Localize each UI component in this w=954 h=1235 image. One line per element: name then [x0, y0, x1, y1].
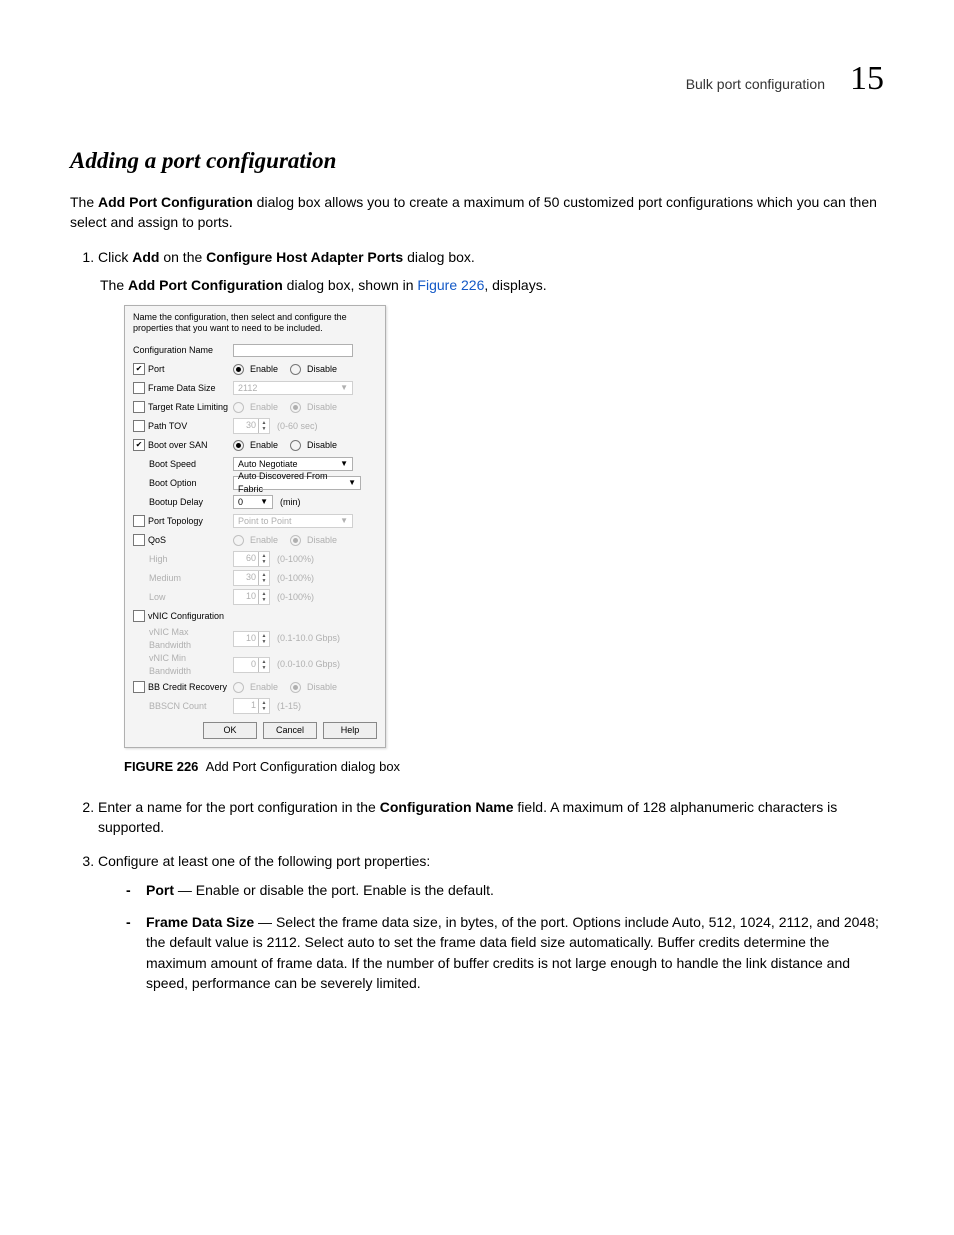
ok-button[interactable]: OK	[203, 722, 257, 739]
cb-port[interactable]: ✔	[133, 363, 145, 375]
bullet-port: Port — Enable or disable the port. Enabl…	[126, 880, 884, 900]
bdelay-combo[interactable]: 0▼	[233, 495, 273, 509]
cb-trl[interactable]	[133, 401, 145, 413]
figure-link[interactable]: Figure 226	[417, 277, 484, 293]
row-vmin: vNIC Min Bandwidth ▲▼ (0.0-10.0 Gbps)	[133, 652, 377, 678]
qos-low-spin[interactable]: ▲▼	[233, 589, 270, 605]
chapter-number: 15	[850, 60, 884, 98]
dialog-button-row: OK Cancel Help	[133, 722, 377, 739]
row-qos-low: Low ▲▼ (0-100%)	[133, 588, 377, 607]
step-1-sub: The Add Port Configuration dialog box, s…	[100, 275, 884, 295]
row-bopt: Boot Option Auto Discovered From Fabric▼	[133, 474, 377, 493]
chevron-down-icon: ▼	[340, 517, 348, 525]
cb-bos[interactable]: ✔	[133, 439, 145, 451]
fds-combo[interactable]: 2112▼	[233, 381, 353, 395]
row-vmax: vNIC Max Bandwidth ▲▼ (0.1-10.0 Gbps)	[133, 626, 377, 652]
radio-bb-enable[interactable]	[233, 682, 244, 693]
cb-tov[interactable]	[133, 420, 145, 432]
dialog-hint: Name the configuration, then select and …	[133, 312, 377, 335]
qos-med-spin[interactable]: ▲▼	[233, 570, 270, 586]
step-3: Configure at least one of the following …	[98, 851, 884, 993]
cb-bb[interactable]	[133, 681, 145, 693]
radio-bb-disable[interactable]	[290, 682, 301, 693]
radio-port-disable[interactable]	[290, 364, 301, 375]
row-qos: QoS Enable Disable	[133, 531, 377, 550]
radio-qos-disable[interactable]	[290, 535, 301, 546]
body: Adding a port configuration The Add Port…	[70, 148, 884, 993]
header-crumb: Bulk port configuration	[686, 76, 825, 92]
cb-ptop[interactable]	[133, 515, 145, 527]
bopt-combo[interactable]: Auto Discovered From Fabric▼	[233, 476, 361, 490]
row-tov: Path TOV ▲▼ (0-60 sec)	[133, 417, 377, 436]
cancel-button[interactable]: Cancel	[263, 722, 317, 739]
row-trl: Target Rate Limiting Enable Disable	[133, 398, 377, 417]
chevron-down-icon: ▼	[348, 479, 356, 487]
config-name-input[interactable]	[233, 344, 353, 357]
vmax-spin[interactable]: ▲▼	[233, 631, 270, 647]
section-title: Adding a port configuration	[70, 148, 884, 174]
chevron-down-icon: ▼	[260, 498, 268, 506]
row-ptop: Port Topology Point to Point▼	[133, 512, 377, 531]
property-bullets: Port — Enable or disable the port. Enabl…	[126, 880, 884, 993]
figure-caption: FIGURE 226 Add Port Configuration dialog…	[124, 758, 884, 777]
intro-paragraph: The Add Port Configuration dialog box al…	[70, 192, 884, 233]
radio-trl-disable[interactable]	[290, 402, 301, 413]
row-bos: ✔Boot over SAN Enable Disable	[133, 436, 377, 455]
row-vnic: vNIC Configuration	[133, 607, 377, 626]
qos-high-spin[interactable]: ▲▼	[233, 551, 270, 567]
ptop-combo[interactable]: Point to Point▼	[233, 514, 353, 528]
row-qos-high: High ▲▼ (0-100%)	[133, 550, 377, 569]
bullet-fds: Frame Data Size — Select the frame data …	[126, 912, 884, 993]
help-button[interactable]: Help	[323, 722, 377, 739]
step-2: Enter a name for the port configuration …	[98, 797, 884, 838]
radio-qos-enable[interactable]	[233, 535, 244, 546]
row-bb: BB Credit Recovery Enable Disable	[133, 678, 377, 697]
radio-bos-enable[interactable]	[233, 440, 244, 451]
cb-vnic[interactable]	[133, 610, 145, 622]
page: Bulk port configuration 15 Adding a port…	[0, 0, 954, 1235]
row-fds: Frame Data Size 2112▼	[133, 379, 377, 398]
cb-fds[interactable]	[133, 382, 145, 394]
chevron-down-icon: ▼	[340, 460, 348, 468]
row-port: ✔Port Enable Disable	[133, 360, 377, 379]
radio-port-enable[interactable]	[233, 364, 244, 375]
radio-bos-disable[interactable]	[290, 440, 301, 451]
row-bbcnt: BBSCN Count ▲▼ (1-15)	[133, 697, 377, 716]
row-config-name: Configuration Name	[133, 341, 377, 360]
bbcnt-spin[interactable]: ▲▼	[233, 698, 270, 714]
vmin-spin[interactable]: ▲▼	[233, 657, 270, 673]
chevron-down-icon: ▼	[340, 384, 348, 392]
cb-qos[interactable]	[133, 534, 145, 546]
add-port-config-dialog: Name the configuration, then select and …	[124, 305, 386, 748]
bspeed-combo[interactable]: Auto Negotiate▼	[233, 457, 353, 471]
row-qos-medium: Medium ▲▼ (0-100%)	[133, 569, 377, 588]
step-1: Click Add on the Configure Host Adapter …	[98, 247, 884, 777]
page-header: Bulk port configuration 15	[70, 60, 884, 98]
steps-list: Click Add on the Configure Host Adapter …	[70, 247, 884, 994]
lbl-config-name: Configuration Name	[133, 344, 229, 357]
radio-trl-enable[interactable]	[233, 402, 244, 413]
tov-spin[interactable]: ▲▼	[233, 418, 270, 434]
